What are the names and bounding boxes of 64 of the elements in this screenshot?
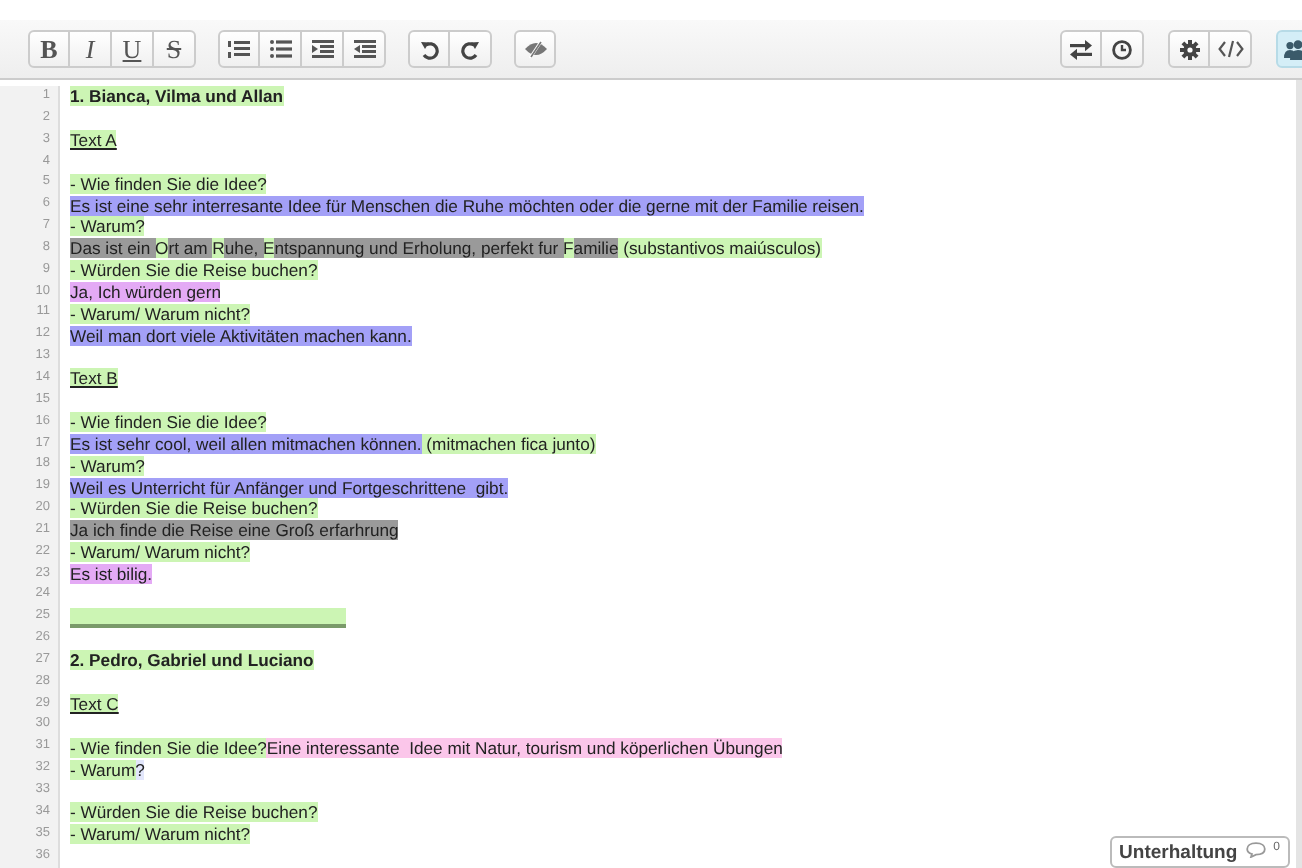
text-segment: - Warum/ Warum nicht? [70, 542, 251, 563]
text-segment: - Warum? [70, 216, 145, 237]
bullet-list-button[interactable] [260, 30, 302, 68]
text-segment: Das ist ein [70, 238, 156, 259]
text-segment: - Wie finden Sie die Idee? [70, 412, 267, 433]
text-segment: Es ist eine sehr interresante Idee für Menschen die Ruhe möchten oder die gerne mit der Familie reisen. [70, 195, 864, 216]
text-segment: 1. Bianca, Vilma und Allan [70, 86, 283, 107]
text-segment: - Würden Sie die Reise buchen? [70, 802, 318, 823]
text-segment: - Wie finden Sie die Idee? [70, 173, 267, 194]
format-button[interactable]: B [28, 30, 70, 68]
history-button[interactable] [1102, 30, 1144, 68]
format-button[interactable]: I [70, 30, 112, 68]
text-segment: Eine interessante Idee mit Natur, tourism und köperlichen Übungen [266, 737, 783, 758]
settings-icon [1179, 39, 1199, 59]
bullet-list-icon [269, 40, 291, 58]
text-segment: - Warum? [70, 455, 145, 476]
settings-button[interactable] [1168, 30, 1210, 68]
undo-icon [419, 39, 439, 59]
text-segment: Ja ich finde die Reise eine Groß erfarhrung [70, 520, 399, 541]
redo-button[interactable] [450, 30, 492, 68]
redo-icon [460, 39, 480, 59]
text-segment: Text A [70, 130, 117, 151]
text-segment: amilie [573, 238, 619, 259]
text-segment: E [263, 238, 275, 259]
text-segment: Weil man dort viele Aktivitäten machen kann. [70, 325, 412, 346]
undo-button[interactable] [408, 30, 450, 68]
text-segment: ntspannung und Erholung, perfekt fur [274, 238, 564, 259]
text-segment: (substantivos maiúsculos) [618, 238, 822, 259]
text-segment: - Würden Sie die Reise buchen? [70, 260, 318, 281]
text-segment: Es ist sehr cool, weil allen mitmachen können. [70, 433, 422, 454]
outdent-icon [353, 40, 375, 58]
code-icon [1217, 40, 1243, 58]
clock-icon [1112, 39, 1132, 59]
text-segment: uhe, [224, 238, 264, 259]
speech-bubble-icon [1245, 842, 1266, 858]
format-button[interactable]: S [154, 30, 196, 68]
text-segment: - Warum [70, 759, 136, 780]
text-segment: - Würden Sie die Reise buchen? [70, 498, 318, 519]
embed-button[interactable] [1210, 30, 1252, 68]
indent-icon [311, 40, 333, 58]
ordered-list-button[interactable] [218, 30, 260, 68]
import-export-button[interactable] [1060, 30, 1102, 68]
chat-label: Unterhaltung [1119, 842, 1238, 864]
text-segment: R [212, 238, 225, 259]
text-segment: Text C [70, 694, 119, 715]
text-segment: - Warum/ Warum nicht? [70, 824, 251, 845]
eye-slash-icon [523, 40, 547, 58]
text-segment: (mitmachen fica junto) [421, 433, 596, 454]
text-segment: ? [135, 759, 145, 780]
text-segment: Text B [70, 368, 118, 389]
text-segment: Es ist bilig. [70, 563, 153, 584]
indent-button[interactable] [302, 30, 344, 68]
swap-arrows-icon [1070, 39, 1092, 59]
numbered-list-icon [228, 39, 250, 59]
text-segment: Ja, Ich würden gern [70, 282, 221, 303]
text-segment: rt am [168, 238, 213, 259]
format-button[interactable]: U [112, 30, 154, 68]
text-segment: 2. Pedro, Gabriel und Luciano [70, 650, 314, 671]
text-segment: Weil es Unterricht für Anfänger und Fortgeschrittene gibt. [70, 477, 509, 498]
text-segment: F [563, 238, 574, 259]
outdent-button[interactable] [344, 30, 386, 68]
clear-authorship-button[interactable] [514, 30, 556, 68]
text-segment: - Wie finden Sie die Idee? [70, 737, 267, 758]
text-segment: - Warum/ Warum nicht? [70, 303, 251, 324]
